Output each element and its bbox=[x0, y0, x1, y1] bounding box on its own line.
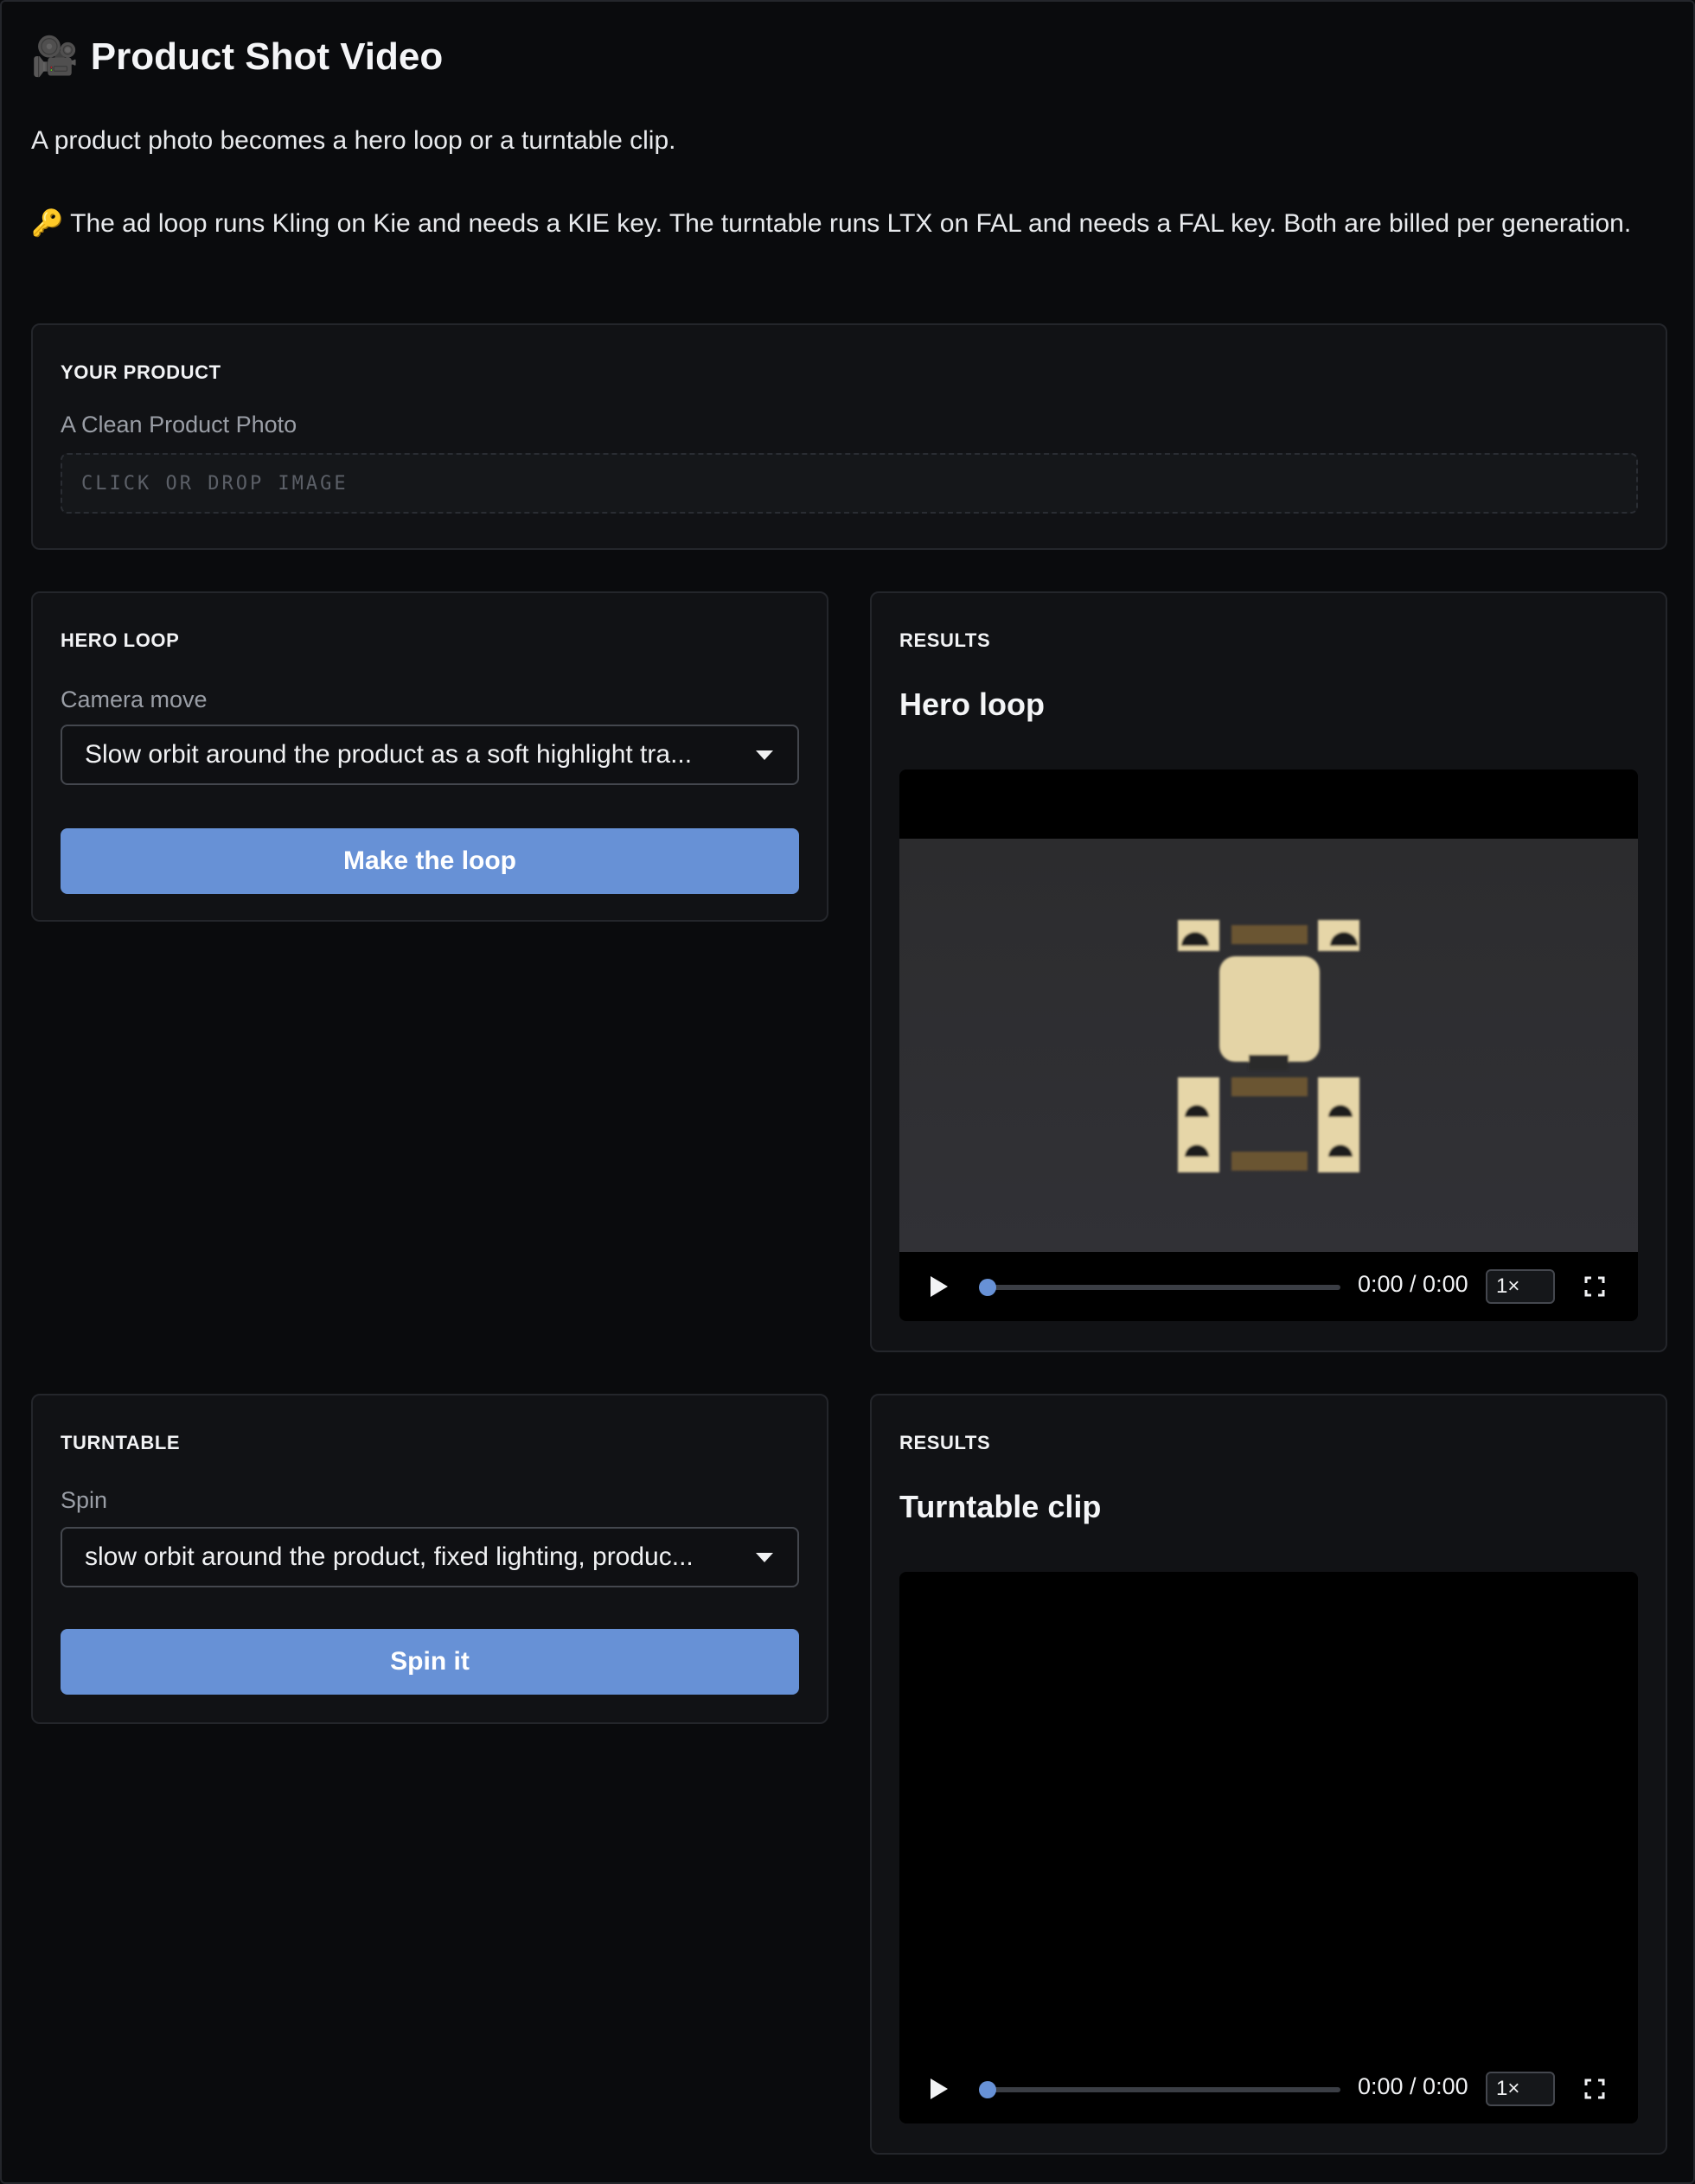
play-icon[interactable] bbox=[931, 2079, 948, 2099]
spin-select[interactable]: slow orbit around the product, fixed lig… bbox=[61, 1527, 799, 1587]
time-readout: 0:00 / 0:00 bbox=[1358, 1271, 1468, 1297]
turntable-panel: TURNTABLE Spin slow orbit around the pro… bbox=[31, 1394, 828, 1724]
seek-handle[interactable] bbox=[979, 1279, 996, 1296]
section-label-turntable: TURNTABLE bbox=[61, 1432, 181, 1453]
hero-loop-title: Hero loop bbox=[899, 686, 1045, 722]
product-panel: YOUR PRODUCT A Clean Product Photo CLICK… bbox=[31, 323, 1667, 550]
video-frame bbox=[899, 839, 1638, 1252]
video-controls: 0:00 / 0:00 1× bbox=[899, 2054, 1638, 2123]
product-photo-label: A Clean Product Photo bbox=[61, 412, 297, 437]
camera-move-select[interactable]: Slow orbit around the product as a soft … bbox=[61, 725, 799, 785]
turntable-results-panel: RESULTS Turntable clip 0:00 / 0:00 1× bbox=[870, 1394, 1667, 2155]
camera-move-value: Slow orbit around the product as a soft … bbox=[85, 740, 693, 769]
page-title: Product Shot Video bbox=[90, 35, 444, 78]
fullscreen-icon[interactable] bbox=[1584, 2079, 1605, 2099]
chevron-down-icon bbox=[756, 1552, 773, 1562]
seek-bar[interactable] bbox=[986, 2087, 1340, 2092]
video-controls: 0:00 / 0:00 1× bbox=[899, 1252, 1638, 1321]
play-icon[interactable] bbox=[931, 1276, 948, 1297]
hero-video-player[interactable]: 0:00 / 0:00 1× bbox=[899, 770, 1638, 1321]
section-label-results: RESULTS bbox=[899, 1432, 991, 1453]
camera-move-label: Camera move bbox=[61, 686, 208, 712]
make-loop-button[interactable]: Make the loop bbox=[61, 828, 799, 894]
section-label-hero-loop: HERO LOOP bbox=[61, 629, 180, 651]
playback-speed-button[interactable]: 1× bbox=[1486, 2072, 1555, 2106]
time-readout: 0:00 / 0:00 bbox=[1358, 2073, 1468, 2099]
spin-label: Spin bbox=[61, 1487, 108, 1513]
image-dropzone[interactable]: CLICK OR DROP IMAGE bbox=[61, 453, 1638, 514]
turntable-video-player[interactable]: 0:00 / 0:00 1× bbox=[899, 1572, 1638, 2123]
hero-loop-panel: HERO LOOP Camera move Slow orbit around … bbox=[31, 591, 828, 922]
section-label-your-product: YOUR PRODUCT bbox=[61, 361, 221, 383]
spin-it-button[interactable]: Spin it bbox=[61, 1629, 799, 1695]
api-key-note: 🔑 The ad loop runs Kling on Kie and need… bbox=[31, 206, 1648, 242]
turntable-clip-title: Turntable clip bbox=[899, 1489, 1102, 1524]
fullscreen-icon[interactable] bbox=[1584, 1276, 1605, 1297]
product-thumbnail bbox=[1178, 920, 1359, 1172]
spin-value: slow orbit around the product, fixed lig… bbox=[85, 1542, 694, 1571]
intro-text: A product photo becomes a hero loop or a… bbox=[31, 126, 676, 155]
page-header: 🎥 Product Shot Video bbox=[31, 31, 443, 83]
seek-bar[interactable] bbox=[986, 1285, 1340, 1290]
app-window: 🎥 Product Shot Video A product photo bec… bbox=[0, 0, 1695, 2184]
section-label-results: RESULTS bbox=[899, 629, 991, 651]
seek-handle[interactable] bbox=[979, 2081, 996, 2098]
key-icon: 🔑 bbox=[31, 209, 64, 238]
hero-results-panel: RESULTS Hero loop 0:00 / 0:00 1× bbox=[870, 591, 1667, 1352]
movie-camera-icon: 🎥 bbox=[31, 35, 79, 78]
api-key-note-text: The ad loop runs Kling on Kie and needs … bbox=[70, 209, 1632, 238]
chevron-down-icon bbox=[756, 750, 773, 760]
playback-speed-button[interactable]: 1× bbox=[1486, 1269, 1555, 1304]
